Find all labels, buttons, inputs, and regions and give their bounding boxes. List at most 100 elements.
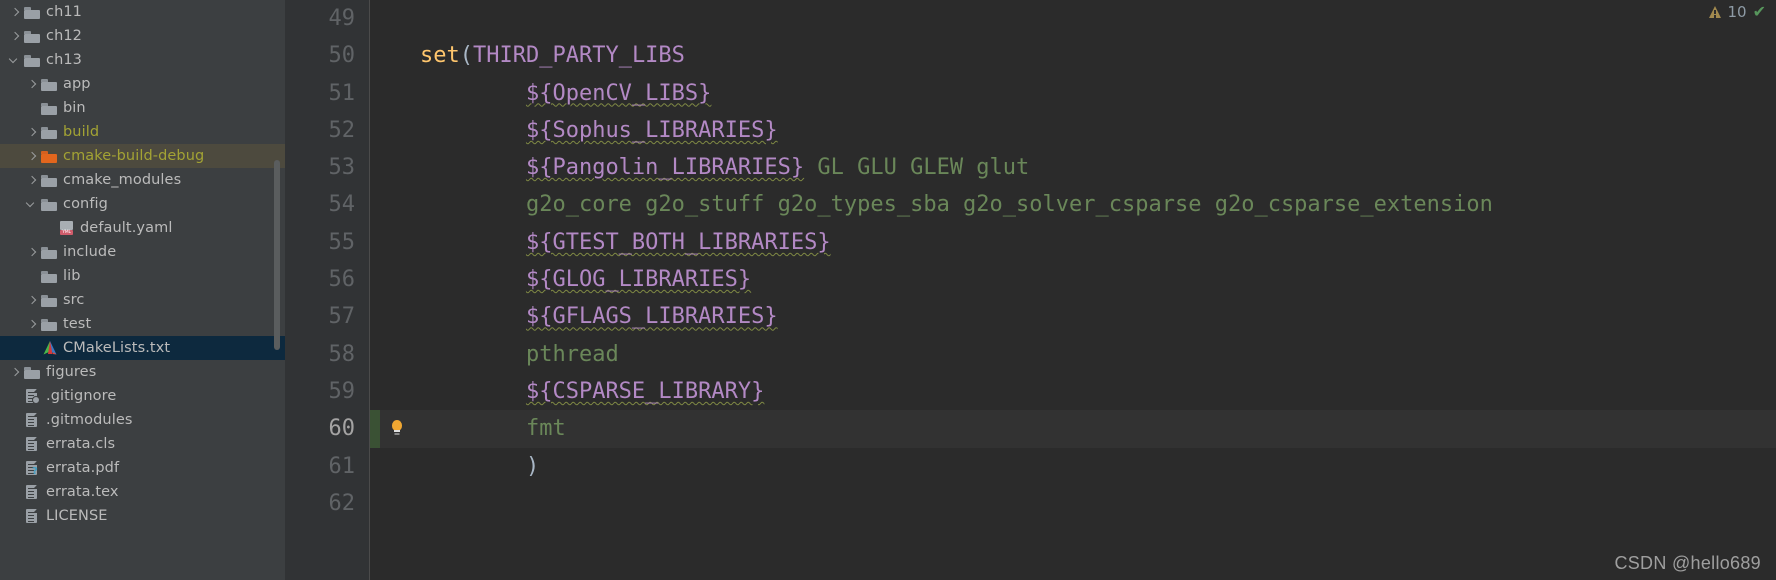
code-line[interactable]: ${GTEST_BOTH_LIBRARIES} xyxy=(370,224,1776,261)
line-number[interactable]: 55 xyxy=(285,224,369,261)
chevron-right-icon[interactable] xyxy=(25,294,38,307)
code-line[interactable]: ${Sophus_LIBRARIES} xyxy=(370,112,1776,149)
tree-item-include[interactable]: include xyxy=(0,240,285,264)
line-number[interactable]: 61 xyxy=(285,448,369,485)
code-line-text: ${OpenCV_LIBS} xyxy=(420,75,711,112)
tree-item-lib[interactable]: lib xyxy=(0,264,285,288)
file-icon xyxy=(24,484,41,500)
code-editor[interactable]: set(THIRD_PARTY_LIBS ${OpenCV_LIBS} ${So… xyxy=(370,0,1776,580)
line-number[interactable]: 53 xyxy=(285,149,369,186)
tree-item-label: test xyxy=(63,316,92,332)
tree-item-default-yaml[interactable]: YML default.yaml xyxy=(0,216,285,240)
tree-item-cmake-build-debug[interactable]: cmake-build-debug xyxy=(0,144,285,168)
chevron-right-icon[interactable] xyxy=(25,246,38,259)
code-line[interactable]: set(THIRD_PARTY_LIBS xyxy=(370,37,1776,74)
code-line[interactable]: ) xyxy=(370,448,1776,485)
tree-item-errata-pdf[interactable]: ? errata.pdf xyxy=(0,456,285,480)
line-number-gutter[interactable]: 49 50 51 52 53 54 55 56 57 58 59 60 61 62 xyxy=(285,0,370,580)
chevron-down-icon[interactable] xyxy=(8,54,21,67)
file-tree[interactable]: ch11 ch12 ch13 app bin build cmake-build-debug… xyxy=(0,0,285,528)
code-line-text: ) xyxy=(420,448,539,485)
chevron-right-icon[interactable] xyxy=(8,30,21,43)
tree-item-label: CMakeLists.txt xyxy=(63,340,171,356)
line-number[interactable]: 62 xyxy=(285,485,369,522)
code-line[interactable] xyxy=(370,485,1776,522)
tree-item-config[interactable]: config xyxy=(0,192,285,216)
tree-item-test[interactable]: test xyxy=(0,312,285,336)
checkmark-ok-icon[interactable]: ✔ xyxy=(1753,4,1766,20)
tree-item-label: errata.pdf xyxy=(46,460,120,476)
tree-item-errata-cls[interactable]: errata.cls xyxy=(0,432,285,456)
chevron-right-icon[interactable] xyxy=(25,318,38,331)
line-number[interactable]: 51 xyxy=(285,75,369,112)
tree-item-label: include xyxy=(63,244,117,260)
code-line[interactable]: ${Pangolin_LIBRARIES} GL GLU GLEW glut xyxy=(370,149,1776,186)
code-line[interactable]: g2o_core g2o_stuff g2o_types_sba g2o_sol… xyxy=(370,186,1776,223)
tree-item-app[interactable]: app xyxy=(0,72,285,96)
code-line[interactable]: ${OpenCV_LIBS} xyxy=(370,75,1776,112)
tree-item-errata-tex[interactable]: errata.tex xyxy=(0,480,285,504)
chevron-right-icon[interactable] xyxy=(25,78,38,91)
code-line[interactable] xyxy=(370,0,1776,37)
tree-item-label: lib xyxy=(63,268,81,284)
tree-item-ch11[interactable]: ch11 xyxy=(0,0,285,24)
tree-item-figures[interactable]: figures xyxy=(0,360,285,384)
folder-icon xyxy=(41,124,58,140)
folder-icon xyxy=(41,268,58,284)
line-number[interactable]: 56 xyxy=(285,261,369,298)
tree-item-src[interactable]: src xyxy=(0,288,285,312)
tree-item-gitmodules[interactable]: .gitmodules xyxy=(0,408,285,432)
ide-window: ch11 ch12 ch13 app bin build cmake-build-debug… xyxy=(0,0,1776,580)
code-line[interactable]: ${GFLAGS_LIBRARIES} xyxy=(370,298,1776,335)
tree-item-license[interactable]: LICENSE xyxy=(0,504,285,528)
line-number[interactable]: 57 xyxy=(285,298,369,335)
line-number[interactable]: 60 xyxy=(285,410,369,447)
code-token: ${CSPARSE_LIBRARY} xyxy=(525,378,765,404)
line-number[interactable]: 54 xyxy=(285,186,369,223)
code-token: g2o_core g2o_stuff g2o_types_sba g2o_sol… xyxy=(525,192,1493,218)
line-number[interactable]: 49 xyxy=(285,0,369,37)
tree-item-label: figures xyxy=(46,364,97,380)
chevron-right-icon[interactable] xyxy=(8,6,21,19)
tree-item-ch12[interactable]: ch12 xyxy=(0,24,285,48)
chevron-right-icon[interactable] xyxy=(25,174,38,187)
code-line-text: ${GFLAGS_LIBRARIES} xyxy=(420,298,778,335)
code-line[interactable]: fmt xyxy=(370,410,1776,448)
tree-item-cmake-modules[interactable]: cmake_modules xyxy=(0,168,285,192)
cmake-file-icon xyxy=(41,340,58,356)
line-number[interactable]: 50 xyxy=(285,37,369,74)
tree-item-cmakelists-txt[interactable]: CMakeLists.txt xyxy=(0,336,285,360)
line-number[interactable]: 52 xyxy=(285,112,369,149)
tree-item-ch13[interactable]: ch13 xyxy=(0,48,285,72)
tree-item-build[interactable]: build xyxy=(0,120,285,144)
tree-item-label: ch11 xyxy=(46,4,83,20)
folder-icon xyxy=(41,316,58,332)
file-icon xyxy=(24,508,41,524)
tree-item-label: .gitmodules xyxy=(46,412,133,428)
inspection-status-widget[interactable]: 10 ✔ xyxy=(1708,3,1766,21)
tree-item-gitignore[interactable]: .gitignore xyxy=(0,384,285,408)
sidebar-scrollbar-thumb[interactable] xyxy=(274,160,280,350)
project-sidebar[interactable]: ch11 ch12 ch13 app bin build cmake-build-debug… xyxy=(0,0,285,580)
intention-lightbulb-icon[interactable] xyxy=(390,420,403,437)
code-content[interactable]: set(THIRD_PARTY_LIBS ${OpenCV_LIBS} ${So… xyxy=(370,0,1776,522)
tree-item-bin[interactable]: bin xyxy=(0,96,285,120)
chevron-down-icon[interactable] xyxy=(25,198,38,211)
chevron-right-icon[interactable] xyxy=(25,150,38,163)
line-number[interactable]: 58 xyxy=(285,336,369,373)
line-number[interactable]: 59 xyxy=(285,373,369,410)
code-line[interactable]: ${GLOG_LIBRARIES} xyxy=(370,261,1776,298)
chevron-right-icon[interactable] xyxy=(25,126,38,139)
code-line[interactable]: ${CSPARSE_LIBRARY} xyxy=(370,373,1776,410)
code-token: pthread xyxy=(525,341,619,367)
code-line[interactable]: pthread xyxy=(370,336,1776,373)
chevron-right-icon[interactable] xyxy=(8,366,21,379)
